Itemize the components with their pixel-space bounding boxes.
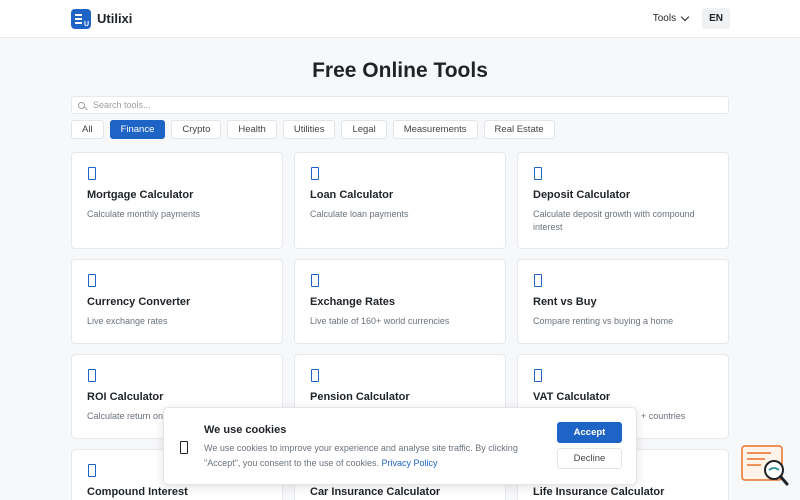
search-input[interactable] [93,100,693,110]
site-header: Utilixi Tools EN [0,0,800,38]
logo-icon [71,8,91,29]
filter-finance[interactable]: Finance [109,120,166,139]
card-desc: Compare renting vs buying a home [533,316,674,326]
card-title: Mortgage Calculator [87,189,194,201]
filter-crypto[interactable]: Crypto [171,120,222,139]
privacy-policy-link[interactable]: Privacy Policy [382,458,438,468]
tools-menu-button[interactable]: Tools [652,12,690,24]
device-icon [88,167,96,180]
card-title: Compound Interest [87,486,188,498]
device-icon [534,167,542,180]
device-icon [311,167,319,180]
chevron-down-icon [680,12,690,22]
card-desc: Live table of 160+ world currencies [310,316,450,326]
header-actions: Tools EN [653,8,730,29]
tool-card[interactable]: Exchange Rates Live table of 160+ world … [294,259,506,344]
card-title: VAT Calculator [533,391,611,403]
cookie-message: We use cookies to improve your experienc… [204,443,518,468]
device-icon [534,274,542,287]
cookie-title: We use cookies [204,424,287,436]
card-desc: Live exchange rates [87,316,168,326]
filter-measurements[interactable]: Measurements [392,120,478,139]
decline-button[interactable]: Decline [557,448,622,469]
tool-card[interactable]: Mortgage Calculator Calculate monthly pa… [71,152,283,249]
filter-utilities[interactable]: Utilities [282,120,336,139]
card-title: Exchange Rates [310,296,395,308]
help-widget[interactable] [741,445,789,487]
card-desc: Calculate loan payments [310,209,409,219]
search-icon [78,101,85,109]
search-bar[interactable] [71,96,729,114]
device-icon [88,274,96,287]
cookie-icon [180,441,188,454]
card-title: Deposit Calculator [533,189,631,201]
device-icon [311,274,319,287]
card-title: Life Insurance Calculator [533,486,665,498]
device-icon [534,369,542,382]
device-icon [311,369,319,382]
tool-card[interactable]: Rent vs Buy Compare renting vs buying a … [517,259,729,344]
page-title: Free Online Tools [312,59,488,82]
cookie-banner: We use cookies We use cookies to improve… [163,407,637,485]
language-button[interactable]: EN [702,8,730,29]
card-title: Rent vs Buy [533,296,597,308]
card-desc: Calculate deposit growth with compound i… [533,209,695,232]
brand[interactable]: Utilixi [71,8,133,29]
help-search-icon [741,445,789,486]
filter-real-estate[interactable]: Real Estate [483,120,555,139]
tool-card[interactable]: Loan Calculator Calculate loan payments [294,152,506,249]
card-title: Currency Converter [87,296,191,308]
card-title: Loan Calculator [310,189,394,201]
tools-menu-label: Tools [652,13,677,24]
filter-health[interactable]: Health [227,120,277,139]
tool-card[interactable]: Deposit Calculator Calculate deposit gro… [517,152,729,249]
card-title: ROI Calculator [87,391,164,403]
category-filters: All Finance Crypto Health Utilities Lega… [71,120,555,139]
card-title: Car Insurance Calculator [310,486,441,498]
card-title: Pension Calculator [310,391,410,403]
filter-all[interactable]: All [71,120,104,139]
filter-legal[interactable]: Legal [341,120,387,139]
tool-card[interactable]: Currency Converter Live exchange rates [71,259,283,344]
device-icon [88,369,96,382]
device-icon [88,464,96,477]
card-desc: Calculate monthly payments [87,209,201,219]
cookie-text: We use cookies to improve your experienc… [204,441,544,470]
brand-name: Utilixi [97,11,133,26]
accept-button[interactable]: Accept [557,422,622,443]
